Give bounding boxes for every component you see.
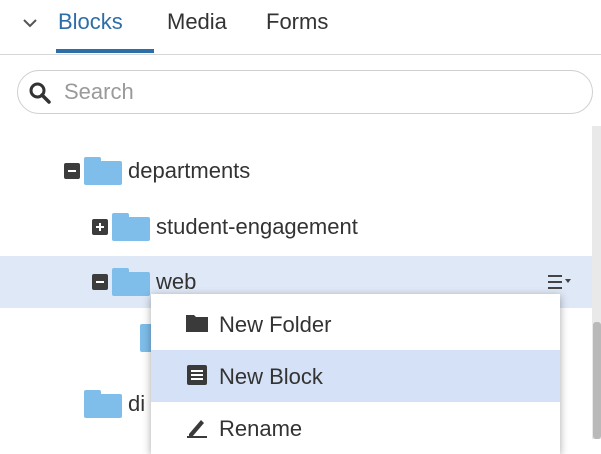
tree-item-student-engagement[interactable]: student-engagement [0, 201, 592, 253]
chevron-down-icon[interactable] [22, 17, 38, 29]
tab-blocks[interactable]: Blocks [58, 9, 123, 35]
search-input[interactable] [64, 78, 564, 106]
menu-item-label: New Folder [219, 312, 332, 337]
tree-item-label: web [156, 269, 197, 294]
row-actions-menu-icon[interactable] [548, 271, 572, 293]
tree-item-departments[interactable]: departments [0, 145, 592, 197]
folder-icon [112, 268, 150, 296]
tab-media[interactable]: Media [167, 9, 227, 35]
block-icon [187, 365, 207, 385]
tree-item-label: departments [128, 158, 251, 183]
folder-icon [186, 315, 208, 332]
folder-icon [112, 213, 150, 241]
scrollbar-thumb[interactable] [593, 322, 601, 439]
tab-forms[interactable]: Forms [266, 9, 328, 35]
context-menu: New Folder New Block Rename [151, 294, 560, 454]
tree-item-label: di [128, 391, 146, 416]
collapse-toggle-icon[interactable] [64, 163, 80, 179]
tree-item-label: student-engagement [156, 214, 358, 239]
search-box [17, 70, 593, 114]
menu-item-label: Rename [219, 416, 303, 441]
expand-toggle-icon[interactable] [92, 219, 108, 235]
rename-icon [187, 420, 207, 438]
menu-item-label: New Block [219, 364, 323, 389]
menu-item-rename[interactable]: Rename [151, 402, 560, 454]
tab-bar: Blocks Media Forms [0, 0, 601, 55]
search-icon [29, 82, 51, 104]
menu-item-new-folder[interactable]: New Folder [151, 298, 560, 350]
collapse-toggle-icon[interactable] [92, 274, 108, 290]
active-tab-indicator [56, 49, 154, 53]
folder-icon [84, 157, 122, 185]
menu-item-new-block[interactable]: New Block [151, 350, 560, 402]
folder-icon [84, 390, 122, 418]
